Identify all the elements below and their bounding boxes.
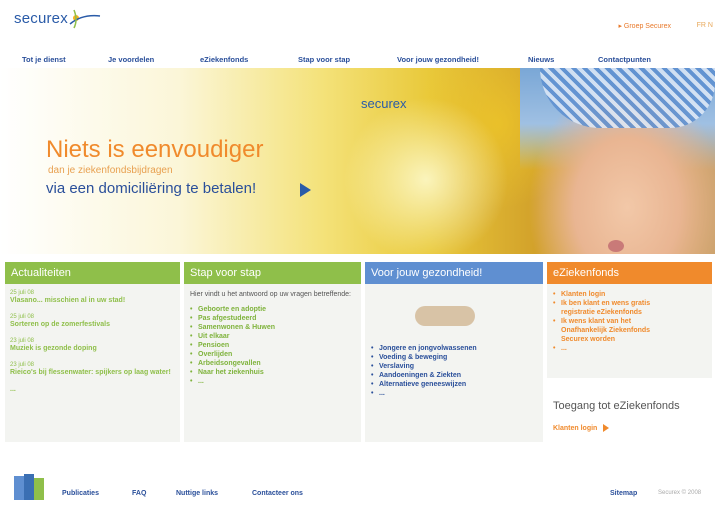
eziekenfonds-heading: eZiekenfonds	[547, 262, 712, 284]
list-item[interactable]: • Uit elkaar	[190, 332, 361, 341]
klanten-login-link[interactable]: Klanten login	[553, 424, 712, 432]
list-item[interactable]: • Verslaving	[371, 362, 543, 371]
securex-logo[interactable]: securex	[14, 10, 68, 27]
actualiteiten-column: Actualiteiten 25 juli 08 Vlasano... miss…	[5, 262, 180, 442]
nav-voor-jouw-gezondheid[interactable]: Voor jouw gezondheid!	[397, 55, 479, 64]
hero-arrow-icon[interactable]	[300, 183, 311, 197]
footer-link-contacteer-ons[interactable]: Contacteer ons	[252, 490, 303, 497]
list-item[interactable]: • Geboorte en adoptie	[190, 305, 361, 314]
footer-copyright: Securex © 2008	[658, 490, 702, 496]
toegang-block: Toegang tot eZiekenfonds Klanten login	[547, 382, 712, 442]
nav-eziekenfonds[interactable]: eZiekenfonds	[200, 55, 248, 64]
list-item[interactable]: • Arbeidsongevallen	[190, 359, 361, 368]
eziekenfonds-list: • Klanten login • Ik ben klant en wens gra…	[553, 290, 712, 353]
list-item: Securex worden	[561, 336, 616, 343]
list-item[interactable]: • Ik wens klant van het	[553, 317, 712, 326]
footer-link-nuttige-links[interactable]: Nuttige links	[176, 490, 218, 497]
main-nav: Tot je dienst Je voordelen eZiekenfonds …	[0, 52, 715, 68]
news-item[interactable]: 25 juli 08 Vlasano... misschien al in uw…	[5, 290, 180, 305]
gezondheid-column: Voor jouw gezondheid! • Jongere en jongvo…	[365, 262, 543, 442]
gezondheid-list: • Jongere en jongvolwassenen • Voeding & b…	[371, 344, 543, 398]
nav-contactpunten[interactable]: Contactpunten	[598, 55, 651, 64]
top-bar: securex ▸ Groep Securex FR N	[0, 0, 715, 52]
list-item[interactable]: • Alternatieve geneeswijzen	[371, 380, 543, 389]
list-item[interactable]: •...	[553, 344, 712, 353]
nav-je-voordelen[interactable]: Je voordelen	[108, 55, 154, 64]
list-item[interactable]: •...	[371, 389, 543, 398]
stap-voor-stap-column: Stap voor stap Hier vindt u het antwoord…	[184, 262, 361, 442]
nav-nieuws[interactable]: Nieuws	[528, 55, 554, 64]
hero-banner[interactable]: securex Niets is eenvoudiger dan je ziek…	[0, 68, 715, 254]
footer-link-sitemap[interactable]: Sitemap	[610, 490, 637, 497]
footer-link-publicaties[interactable]: Publicaties	[62, 490, 99, 497]
list-item: registratie eZiekenfonds	[561, 309, 642, 316]
eziekenfonds-column: eZiekenfonds • Klanten login • Ik ben klan…	[547, 262, 712, 378]
list-item[interactable]: • Overlijden	[190, 350, 361, 359]
stap-intro: Hier vindt u het antwoord op uw vragen b…	[190, 291, 351, 298]
language-switch[interactable]: FR N	[697, 22, 713, 29]
logo-swoosh-icon	[69, 9, 101, 29]
footer: Publicaties FAQ Nuttige links Contacteer…	[0, 468, 715, 505]
hero-subtitle-2: via een domiciliëring te betalen!	[46, 180, 257, 197]
groep-securex-link[interactable]: ▸ Groep Securex	[618, 22, 671, 30]
list-item[interactable]: • Aandoeningen & Ziekten	[371, 371, 543, 380]
list-item: Onafhankelijk Ziekenfonds	[561, 327, 651, 334]
stap-voor-stap-heading: Stap voor stap	[184, 262, 361, 284]
footer-link-faq[interactable]: FAQ	[132, 490, 146, 497]
news-item[interactable]: 23 juli 08 Rieico's bij flessenwater: sp…	[5, 362, 180, 377]
hero-lips-image	[608, 240, 624, 252]
hero-logo: securex	[361, 96, 407, 111]
logo-text: securex	[14, 10, 68, 27]
gezondheid-heading: Voor jouw gezondheid!	[365, 262, 543, 284]
gezondheid-thumbnail-image[interactable]	[375, 290, 531, 338]
toegang-heading: Toegang tot eZiekenfonds	[553, 400, 680, 412]
publications-books-icon	[14, 474, 44, 500]
hero-title: Niets is eenvoudiger	[46, 136, 264, 163]
list-item[interactable]: • Klanten login	[553, 290, 712, 299]
news-more-link[interactable]: ...	[10, 386, 180, 394]
actualiteiten-heading: Actualiteiten	[5, 262, 180, 284]
nav-tot-je-dienst[interactable]: Tot je dienst	[22, 55, 66, 64]
news-item[interactable]: 23 juli 08 Muziek is gezonde doping	[5, 338, 180, 353]
list-item[interactable]: • Ik ben klant en wens gratis	[553, 299, 712, 308]
list-item[interactable]: • Naar het ziekenhuis	[190, 368, 361, 377]
list-item[interactable]: • Pensioen	[190, 341, 361, 350]
list-item[interactable]: • Pas afgestudeerd	[190, 314, 361, 323]
news-item[interactable]: 25 juli 08 Sorteren op de zomerfestivals	[5, 314, 180, 329]
list-item[interactable]: •...	[190, 377, 361, 386]
hero-subtitle: dan je ziekenfondsbijdragen	[48, 165, 173, 176]
nav-stap-voor-stap[interactable]: Stap voor stap	[298, 55, 350, 64]
list-item[interactable]: • Voeding & beweging	[371, 353, 543, 362]
arrow-right-icon	[603, 424, 610, 432]
list-item[interactable]: • Samenwonen & Huwen	[190, 323, 361, 332]
list-item[interactable]: • Jongere en jongvolwassenen	[371, 344, 543, 353]
stap-list: • Geboorte en adoptie • Pas afgestudeerd •…	[190, 305, 361, 386]
